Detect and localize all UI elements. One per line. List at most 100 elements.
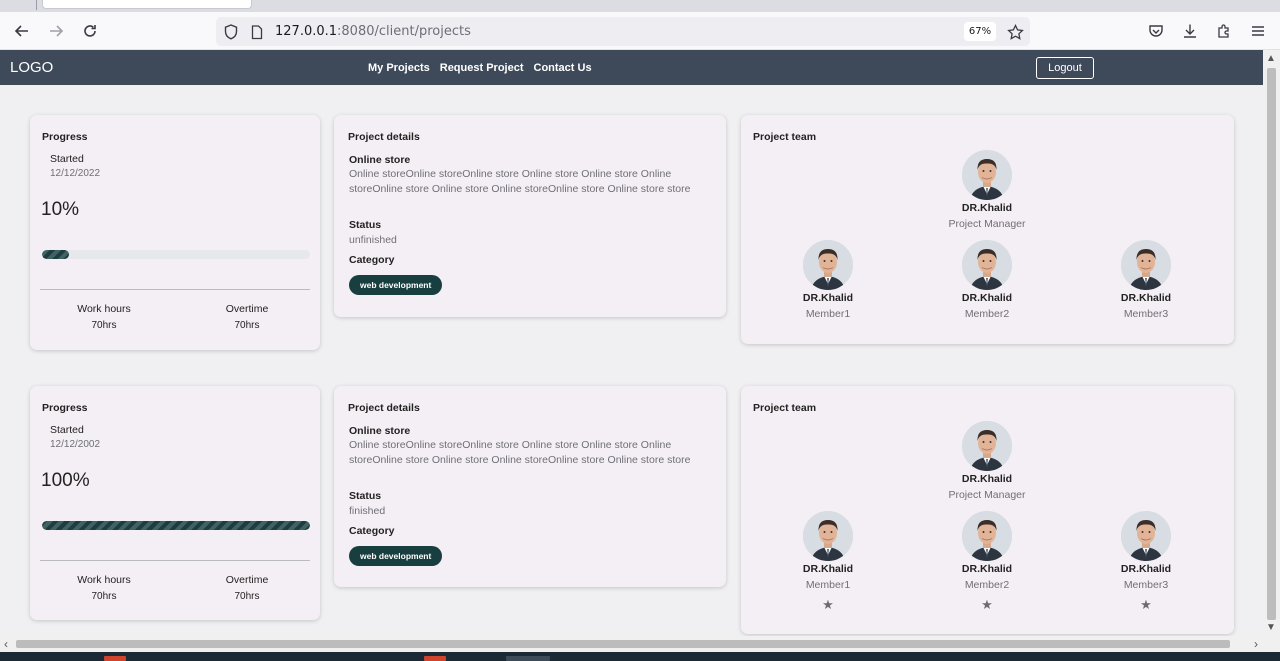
divider bbox=[40, 289, 310, 290]
member-role: Member2 bbox=[964, 308, 1010, 320]
work-hours-stat: Work hours 70hrs bbox=[44, 303, 164, 331]
progress-bar-fill bbox=[42, 250, 69, 259]
vertical-scroll-thumb[interactable] bbox=[1267, 68, 1276, 620]
category-badge[interactable]: web development bbox=[349, 275, 443, 295]
team-manager: DR.Khalid Project Manager bbox=[927, 421, 1047, 501]
site-logo[interactable]: LOGO bbox=[10, 59, 53, 76]
status-value: finished bbox=[349, 505, 386, 517]
member-role: Project Manager bbox=[948, 218, 1026, 230]
reload-icon[interactable] bbox=[79, 20, 101, 42]
scroll-down-icon[interactable]: ▼ bbox=[1266, 622, 1276, 633]
member-role: Member2 bbox=[964, 579, 1010, 591]
horizontal-scrollbar[interactable]: ‹ › bbox=[0, 636, 1280, 652]
scroll-up-icon[interactable]: ▲ bbox=[1266, 53, 1276, 64]
avatar bbox=[803, 240, 853, 290]
avatar bbox=[803, 511, 853, 561]
vertical-scrollbar[interactable]: ▲ ▼ bbox=[1263, 50, 1280, 636]
member-name: DR.Khalid bbox=[1120, 563, 1172, 575]
project-name: Online store bbox=[349, 425, 411, 437]
bookmark-star-icon[interactable] bbox=[1004, 21, 1026, 43]
work-hours-value: 70hrs bbox=[91, 320, 117, 331]
downloads-icon[interactable] bbox=[1179, 20, 1201, 42]
avatar bbox=[1121, 511, 1171, 561]
rating-star-icon[interactable]: ★ bbox=[927, 597, 1047, 613]
work-hours-stat: Work hours 70hrs bbox=[44, 574, 164, 602]
nav-link-contact-us[interactable]: Contact Us bbox=[534, 62, 592, 74]
scroll-left-icon[interactable]: ‹ bbox=[4, 637, 8, 651]
back-arrow-icon[interactable] bbox=[11, 20, 33, 42]
member-name: DR.Khalid bbox=[1120, 292, 1172, 304]
card-title: Progress bbox=[42, 402, 88, 414]
member-name: DR.Khalid bbox=[961, 563, 1013, 575]
progress-bar-fill bbox=[42, 521, 310, 530]
page-viewport: LOGO My Projects Request Project Contact… bbox=[0, 50, 1263, 636]
started-label: Started bbox=[50, 153, 84, 165]
member-name: DR.Khalid bbox=[961, 292, 1013, 304]
site-navbar: LOGO My Projects Request Project Contact… bbox=[0, 50, 1263, 85]
logout-button[interactable]: Logout bbox=[1036, 57, 1094, 79]
category-label: Category bbox=[349, 254, 395, 266]
avatar bbox=[962, 240, 1012, 290]
team-manager: DR.Khalid Project Manager bbox=[927, 150, 1047, 230]
divider bbox=[40, 560, 310, 561]
overtime-stat: Overtime 70hrs bbox=[187, 303, 307, 331]
project-name: Online store bbox=[349, 154, 411, 166]
member-role: Project Manager bbox=[948, 489, 1026, 501]
overtime-value: 70hrs bbox=[234, 591, 260, 602]
url-text[interactable]: 127.0.0.1:8080/client/projects bbox=[275, 24, 471, 39]
overtime-label: Overtime bbox=[225, 303, 269, 315]
team-member: DR.Khalid Member2 ★ bbox=[927, 511, 1047, 613]
category-label: Category bbox=[349, 525, 395, 537]
nav-link-my-projects[interactable]: My Projects bbox=[368, 62, 430, 74]
taskbar-app-icon[interactable] bbox=[104, 656, 126, 661]
os-taskbar bbox=[0, 652, 1280, 661]
member-role: Member1 bbox=[805, 579, 851, 591]
status-label: Status bbox=[349, 490, 382, 502]
project-team-card: Project team DR.Khalid Project Manager DR.… bbox=[741, 115, 1234, 344]
team-member: DR.Khalid Member3 bbox=[1086, 240, 1206, 320]
extensions-icon[interactable] bbox=[1213, 20, 1235, 42]
card-title: Project details bbox=[348, 402, 420, 414]
started-date: 12/12/2022 bbox=[50, 168, 101, 179]
status-value: unfinished bbox=[349, 234, 397, 246]
member-name: DR.Khalid bbox=[802, 563, 854, 575]
browser-tab[interactable] bbox=[42, 0, 252, 9]
progress-percent: 100% bbox=[41, 470, 90, 491]
nav-links: My Projects Request Project Contact Us bbox=[368, 62, 592, 74]
progress-bar bbox=[42, 521, 310, 530]
page-icon bbox=[246, 21, 268, 43]
tab-separator bbox=[36, 0, 37, 10]
member-name: DR.Khalid bbox=[802, 292, 854, 304]
team-member: DR.Khalid Member1 ★ bbox=[768, 511, 888, 613]
rating-star-icon[interactable]: ★ bbox=[1086, 597, 1206, 613]
taskbar-active-app[interactable] bbox=[506, 656, 550, 661]
scroll-right-icon[interactable]: › bbox=[1254, 637, 1258, 651]
team-member: DR.Khalid Member1 bbox=[768, 240, 888, 320]
url-bar[interactable]: 127.0.0.1:8080/client/projects 67% bbox=[216, 17, 1030, 46]
avatar bbox=[962, 150, 1012, 200]
pocket-icon[interactable] bbox=[1145, 20, 1167, 42]
project-team-card: Project team DR.Khalid Project Manager DR.… bbox=[741, 386, 1234, 634]
avatar bbox=[1121, 240, 1171, 290]
started-label: Started bbox=[50, 424, 84, 436]
overtime-label: Overtime bbox=[225, 574, 269, 586]
shield-icon[interactable] bbox=[220, 21, 242, 43]
nav-link-request-project[interactable]: Request Project bbox=[440, 62, 524, 74]
work-hours-value: 70hrs bbox=[91, 591, 117, 602]
menu-icon[interactable] bbox=[1247, 20, 1269, 42]
rating-star-icon[interactable]: ★ bbox=[768, 597, 888, 613]
taskbar-app-icon[interactable] bbox=[424, 656, 446, 661]
category-badge[interactable]: web development bbox=[349, 546, 443, 566]
zoom-level-badge[interactable]: 67% bbox=[964, 22, 996, 41]
work-hours-label: Work hours bbox=[77, 574, 131, 586]
avatar bbox=[962, 421, 1012, 471]
member-name: DR.Khalid bbox=[961, 473, 1013, 485]
horizontal-scroll-thumb[interactable] bbox=[16, 640, 1230, 648]
forward-arrow-icon[interactable] bbox=[45, 20, 67, 42]
project-description: Online storeOnline storeOnline store Onl… bbox=[349, 168, 691, 195]
started-date: 12/12/2002 bbox=[50, 439, 101, 450]
member-role: Member3 bbox=[1123, 579, 1169, 591]
project-details-card: Project details Online store Online stor… bbox=[334, 386, 726, 587]
card-title: Progress bbox=[42, 131, 88, 143]
progress-card: Progress Started 12/12/2022 10% Work hou… bbox=[30, 115, 320, 350]
